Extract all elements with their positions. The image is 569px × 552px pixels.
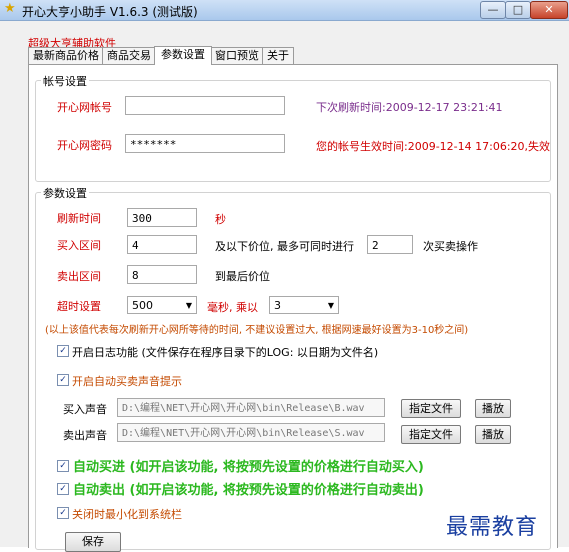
- settings-page: 帐号设置 开心网帐号 下次刷新时间:2009-12-17 23:21:41 开心…: [28, 64, 558, 552]
- minimize-label: 关闭时最小化到系统栏: [72, 508, 182, 521]
- timeout-select[interactable]: 500 ▼: [127, 296, 197, 314]
- tab-window-preview[interactable]: 窗口预览: [210, 47, 264, 64]
- sound-checkbox[interactable]: ✓: [57, 374, 69, 386]
- account-id-input[interactable]: [125, 96, 285, 115]
- refresh-time-unit: 秒: [215, 213, 226, 226]
- app-icon: ★: [4, 1, 16, 16]
- minimize-checkbox[interactable]: ✓: [57, 507, 69, 519]
- max-operations-input[interactable]: 2: [367, 235, 413, 254]
- sell-range-input[interactable]: 8: [127, 265, 197, 284]
- buy-range-label: 买入区间: [57, 239, 101, 252]
- watermark: 最需教育: [446, 515, 539, 540]
- account-id-label: 开心网帐号: [57, 101, 112, 114]
- sell-range-label: 卖出区间: [57, 270, 101, 283]
- title-bar[interactable]: ★ 开心大亨小助手 V1.6.3 (测试版) — □ ✕: [0, 0, 569, 21]
- log-checkbox[interactable]: ✓: [57, 345, 69, 357]
- close-button[interactable]: ✕: [530, 1, 568, 19]
- auto-buy-checkbox[interactable]: ✓: [57, 460, 69, 472]
- account-expire-time: 您的帐号生效时间:2009-12-14 17:06:20,失效: [316, 140, 551, 153]
- account-group: [35, 80, 551, 182]
- buy-sound-label: 买入声音: [63, 403, 107, 416]
- sell-range-text: 到最后价位: [215, 270, 270, 283]
- buy-range-text: 及以下价位, 最多可同时进行: [215, 240, 354, 253]
- sound-label: 开启自动买卖声音提示: [72, 375, 182, 388]
- maximize-button[interactable]: □: [505, 1, 531, 19]
- next-refresh-time: 下次刷新时间:2009-12-17 23:21:41: [316, 101, 503, 114]
- sell-sound-choose-button[interactable]: 指定文件: [401, 425, 461, 444]
- tab-trading[interactable]: 商品交易: [102, 47, 156, 64]
- tab-about[interactable]: 关于: [262, 47, 294, 64]
- account-group-title: 帐号设置: [41, 73, 89, 89]
- timeout-multiplier-value: 3: [274, 299, 281, 312]
- sell-sound-play-button[interactable]: 播放: [475, 425, 511, 444]
- window-title: 开心大亨小助手 V1.6.3 (测试版): [22, 5, 198, 19]
- buy-range-suffix: 次买卖操作: [423, 240, 478, 253]
- params-group-title: 参数设置: [41, 185, 89, 201]
- timeout-select-value: 500: [132, 299, 153, 312]
- app-window: ★ 开心大亨小助手 V1.6.3 (测试版) — □ ✕ 超级大亨辅助软件 最新…: [0, 0, 569, 552]
- buy-sound-play-button[interactable]: 播放: [475, 399, 511, 418]
- buy-sound-choose-button[interactable]: 指定文件: [401, 399, 461, 418]
- sell-sound-path[interactable]: D:\编程\NET\开心网\开心网\bin\Release\S.wav: [117, 423, 385, 442]
- chevron-down-icon: ▼: [327, 301, 334, 310]
- sell-sound-label: 卖出声音: [63, 429, 107, 442]
- refresh-time-label: 刷新时间: [57, 212, 101, 225]
- tab-settings[interactable]: 参数设置: [154, 46, 212, 65]
- timeout-unit: 毫秒, 乘以: [207, 301, 258, 314]
- log-label: 开启日志功能 (文件保存在程序目录下的LOG: 以日期为文件名): [72, 346, 379, 359]
- timeout-multiplier-select[interactable]: 3 ▼: [269, 296, 339, 314]
- timeout-label: 超时设置: [57, 300, 101, 313]
- chevron-down-icon: ▼: [185, 301, 192, 310]
- auto-sell-label: 自动卖出 (如开启该功能, 将按预先设置的价格进行自动卖出): [73, 483, 424, 498]
- minimize-button[interactable]: —: [480, 1, 506, 19]
- timeout-note: (以上该值代表每次刷新开心网所等待的时间, 不建议设置过大, 根据网速最好设置为…: [45, 325, 469, 336]
- auto-buy-label: 自动买进 (如开启该功能, 将按预先设置的价格进行自动买入): [73, 460, 424, 475]
- buy-range-input[interactable]: 4: [127, 235, 197, 254]
- account-password-label: 开心网密码: [57, 139, 112, 152]
- account-password-input[interactable]: *******: [125, 134, 285, 153]
- save-button[interactable]: 保存: [65, 532, 121, 552]
- tab-latest-prices[interactable]: 最新商品价格: [28, 47, 104, 64]
- refresh-time-input[interactable]: 300: [127, 208, 197, 227]
- buy-sound-path[interactable]: D:\编程\NET\开心网\开心网\bin\Release\B.wav: [117, 398, 385, 417]
- auto-sell-checkbox[interactable]: ✓: [57, 483, 69, 495]
